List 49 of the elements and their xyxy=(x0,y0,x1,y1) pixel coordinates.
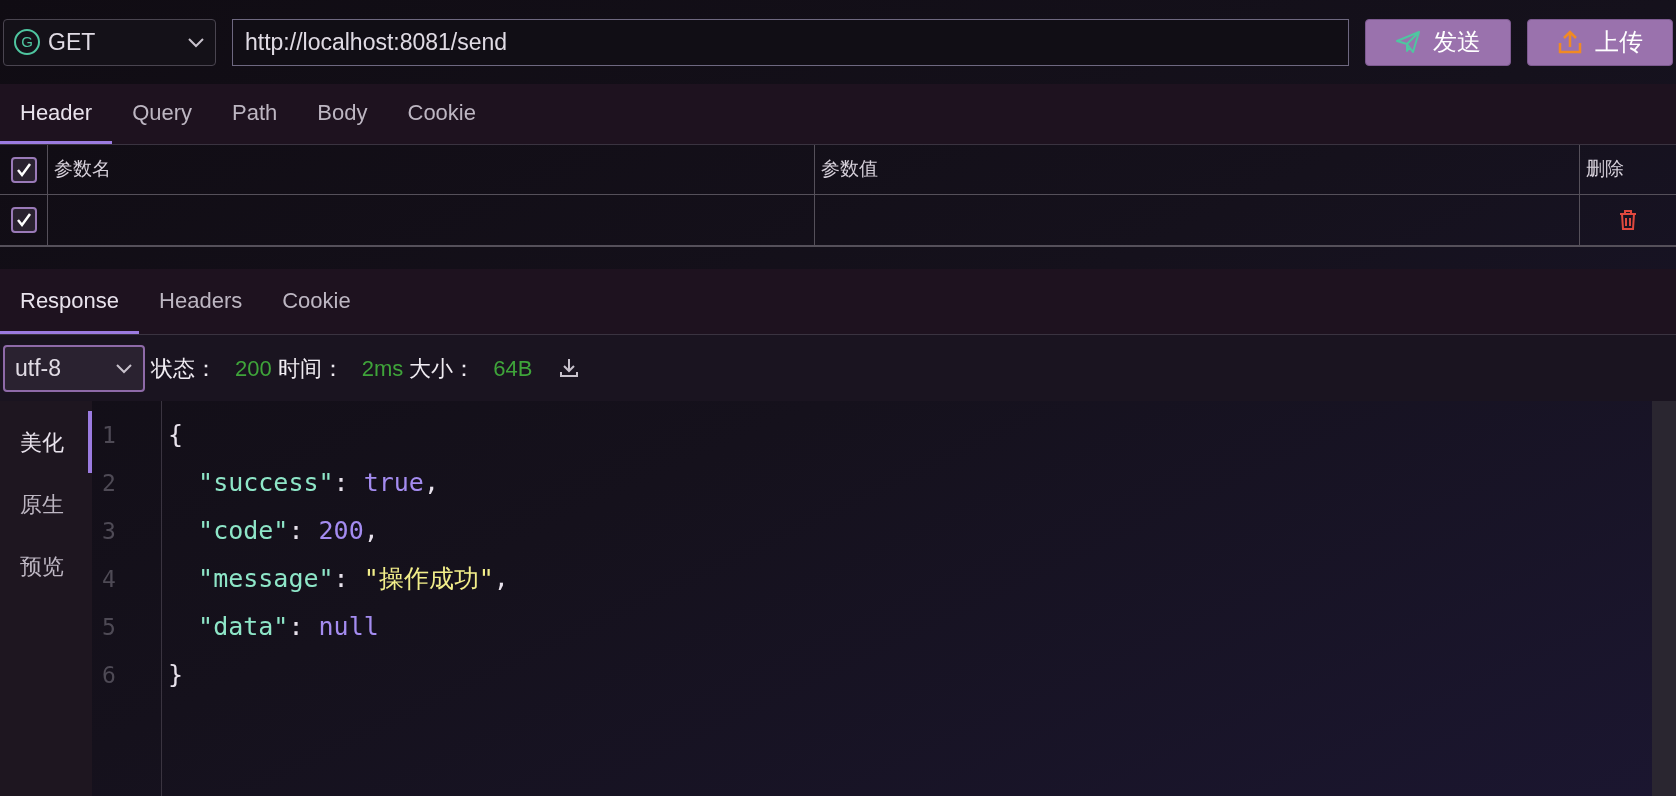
tab[interactable]: Path xyxy=(212,84,298,144)
selection-indicator xyxy=(88,411,92,473)
tab[interactable]: Headers xyxy=(139,269,263,334)
code-line: "success": true, xyxy=(197,467,440,500)
stat-value: 64B xyxy=(493,354,533,383)
code-line: "message": "操作成功", xyxy=(197,563,510,596)
chevron-down-icon xyxy=(187,36,205,48)
encoding-value: utf-8 xyxy=(15,353,63,383)
chevron-down-icon xyxy=(115,362,133,374)
stat-value: 2ms xyxy=(361,354,404,383)
send-button[interactable]: 发送 xyxy=(1365,18,1511,66)
method-select[interactable]: G GET xyxy=(3,18,216,66)
method-value: GET xyxy=(48,27,97,57)
tab[interactable]: Cookie xyxy=(262,269,371,334)
view-mode-tab[interactable]: 美化 xyxy=(0,411,88,473)
code-line: "data": null xyxy=(197,611,380,644)
column-header: 参数名 xyxy=(48,145,815,194)
stat-value: 200 xyxy=(235,354,272,383)
line-number: 6 xyxy=(102,660,116,690)
line-number: 4 xyxy=(102,564,116,594)
tab[interactable]: Cookie xyxy=(387,84,496,144)
line-number: 1 xyxy=(102,420,116,450)
checkbox[interactable] xyxy=(10,156,37,183)
paper-plane-icon xyxy=(1395,30,1421,54)
code-line: } xyxy=(168,659,185,692)
code-line: "code": 200, xyxy=(197,515,380,548)
trash-icon[interactable] xyxy=(1619,210,1637,230)
tab[interactable]: Body xyxy=(297,84,388,144)
line-number: 2 xyxy=(102,468,116,498)
view-mode-tab[interactable]: 原生 xyxy=(0,473,88,535)
checkbox[interactable] xyxy=(10,207,37,233)
method-icon: G xyxy=(14,29,40,55)
line-number: 5 xyxy=(102,612,116,642)
stat-label: 大小： xyxy=(409,354,476,383)
tab[interactable]: Query xyxy=(112,84,213,144)
tab[interactable]: Header xyxy=(0,84,113,144)
column-header: 删除 xyxy=(1585,157,1625,182)
download-icon[interactable] xyxy=(558,357,581,379)
column-header: 参数值 xyxy=(815,145,1580,194)
view-mode-tab[interactable]: 预览 xyxy=(0,535,88,597)
encoding-select[interactable]: utf-8 xyxy=(3,344,145,392)
code-line: { xyxy=(168,419,185,452)
stat-label: 时间： xyxy=(277,354,344,383)
url-field[interactable]: http://localhost:8081/send xyxy=(232,18,1349,66)
upload-button[interactable]: 上传 xyxy=(1527,18,1673,66)
check-icon xyxy=(14,211,33,229)
line-number: 3 xyxy=(102,516,116,546)
stat-label: 状态： xyxy=(151,354,217,383)
upload-icon xyxy=(1557,29,1583,55)
